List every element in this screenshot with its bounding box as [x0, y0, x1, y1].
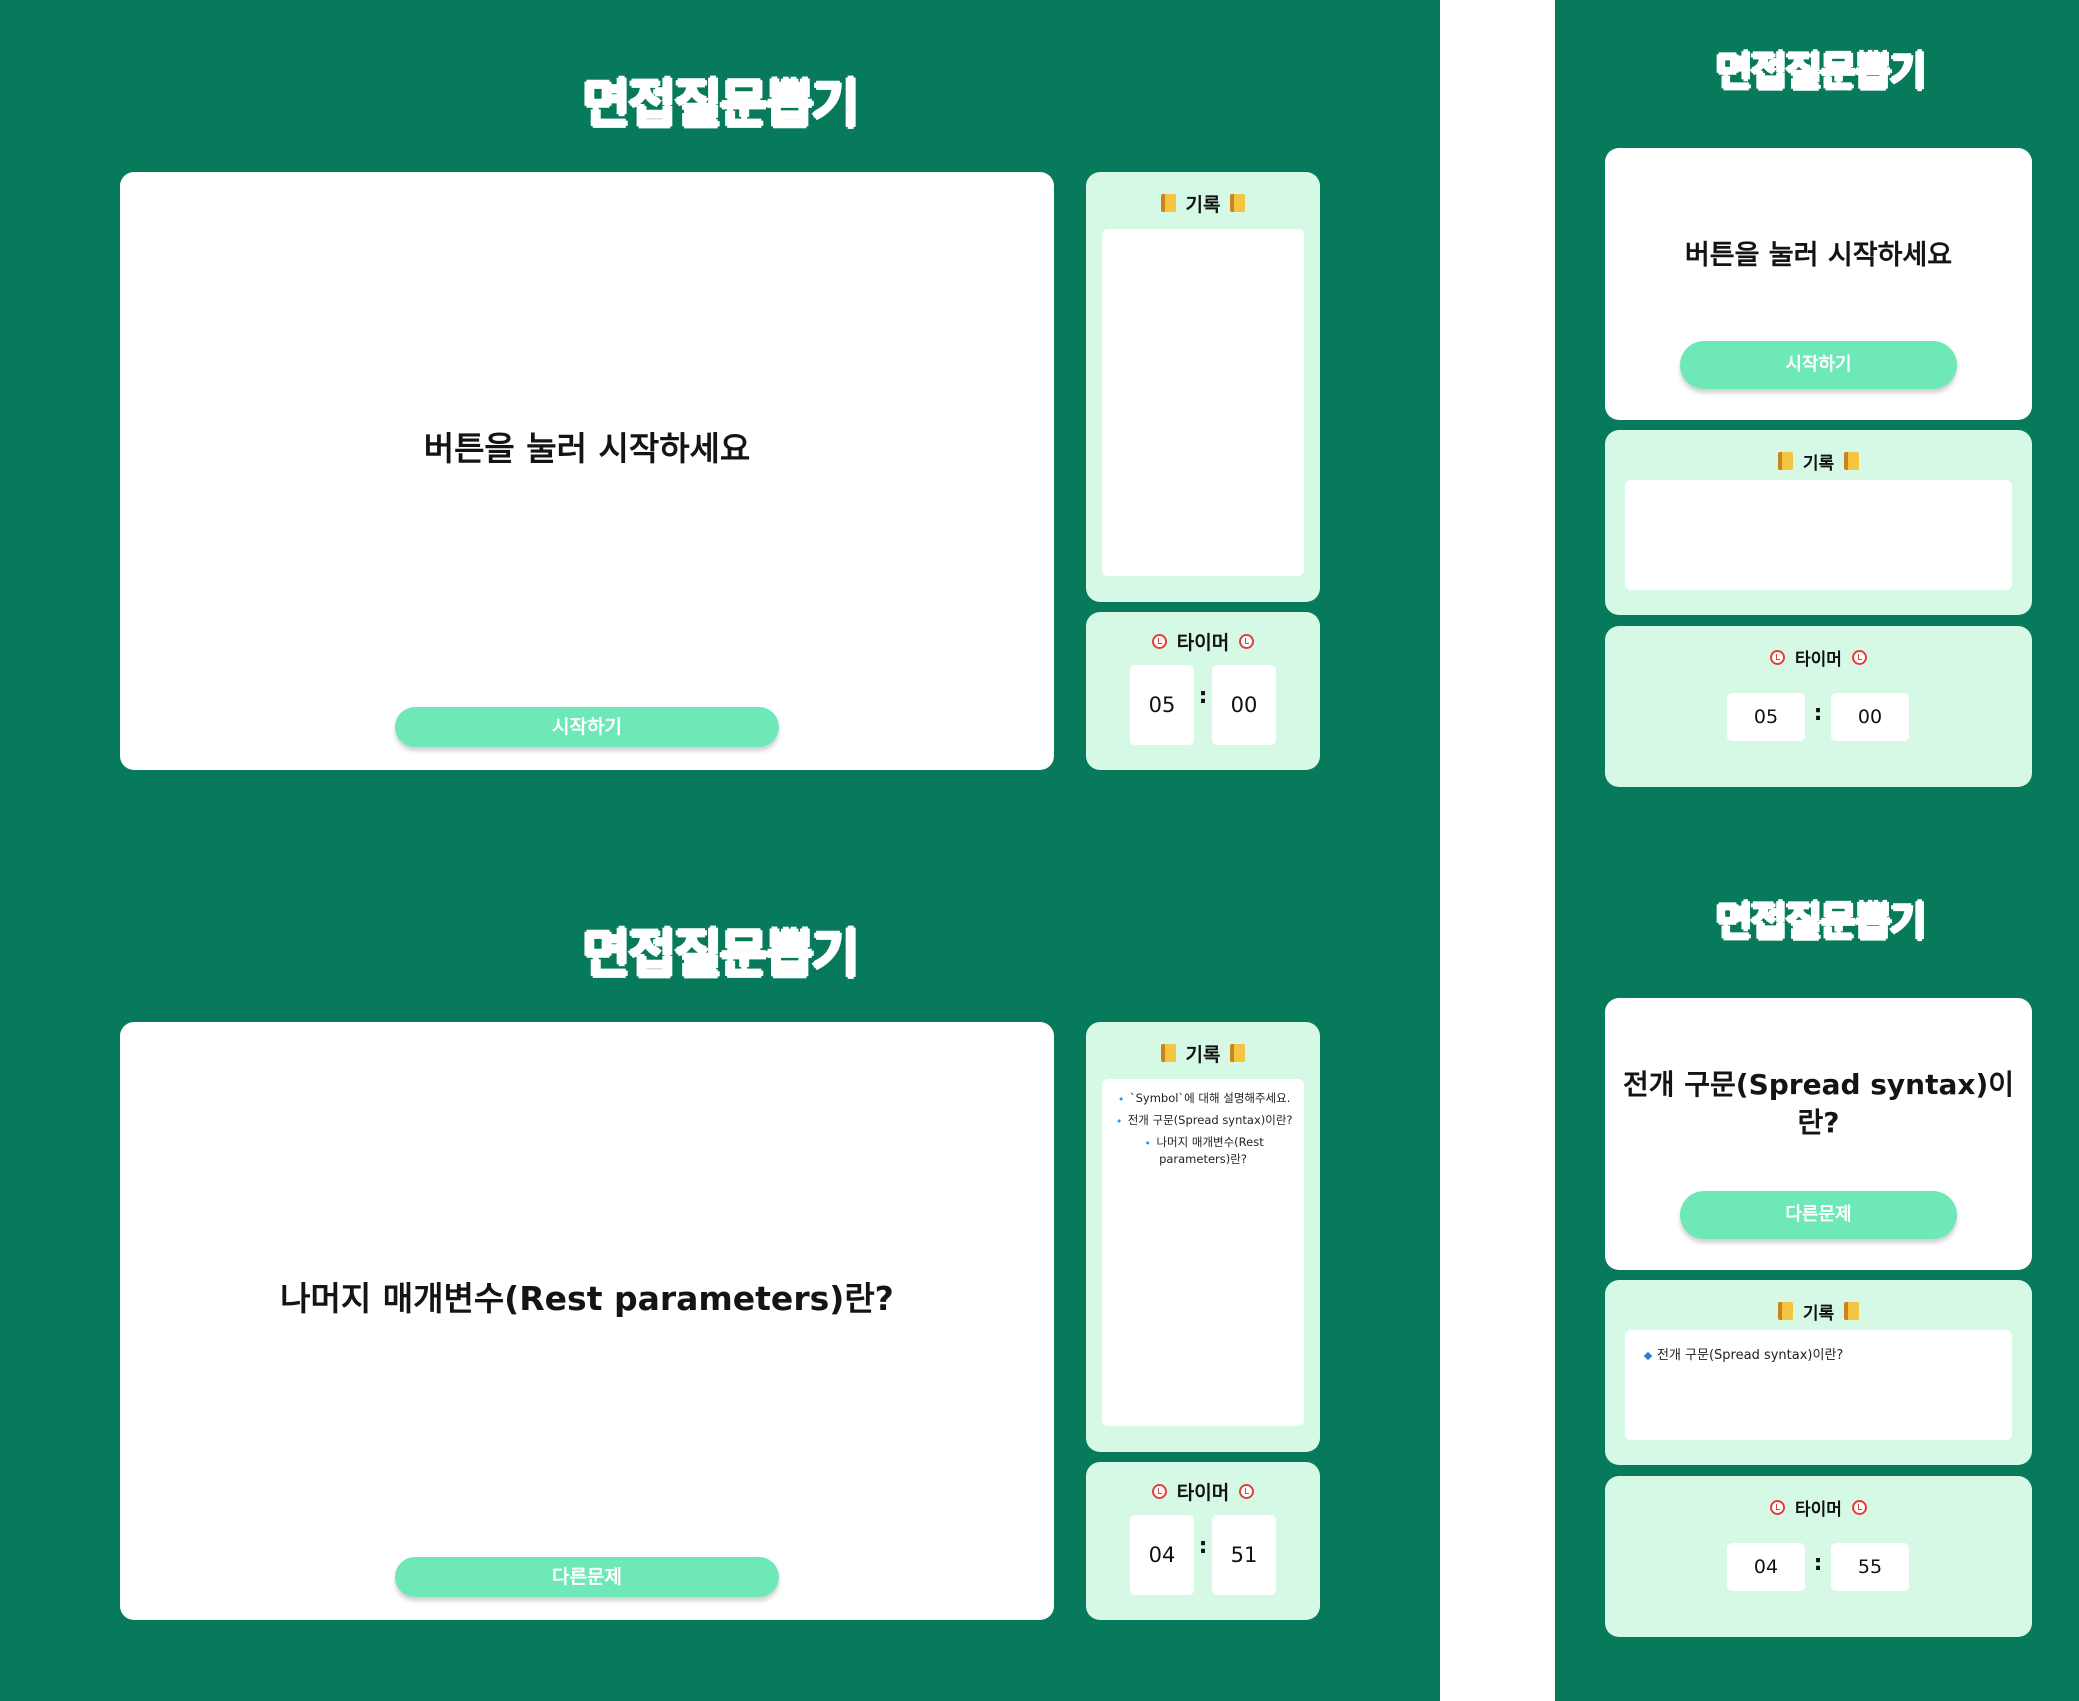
record-header-label: 기록: [1802, 453, 1835, 474]
notebook-icon: [1230, 1044, 1246, 1062]
page-title: 면접질문뽑기: [1715, 899, 1927, 945]
list-item: 나머지 매개변수(Rest parameters)란?: [1102, 1135, 1304, 1167]
record-header: 기록: [1086, 1038, 1320, 1068]
alarm-clock-icon: [1770, 1499, 1786, 1515]
alarm-clock-icon: [1770, 649, 1786, 665]
question-text: 전개 구문(Spread syntax)이란?: [1622, 1068, 2015, 1139]
question-text: 버튼을 눌러 시작하세요: [423, 429, 751, 468]
timer-header: 타이머: [1605, 1492, 2032, 1522]
notebook-icon: [1777, 452, 1793, 470]
alarm-clock-icon: [1151, 633, 1167, 649]
list-item: 전개 구문(Spread syntax)이란?: [1643, 1344, 2012, 1363]
record-header-label: 기록: [1802, 1303, 1835, 1324]
next-question-button[interactable]: 다른문제: [1680, 1191, 1957, 1239]
page-title: 면접질문뽑기: [1715, 49, 1927, 95]
timer-seconds: 00: [1212, 665, 1276, 745]
notebook-icon: [1777, 1302, 1793, 1320]
timer-header: 타이머: [1086, 626, 1320, 656]
notebook-icon: [1230, 194, 1246, 212]
timer-header: 타이머: [1086, 1476, 1320, 1506]
alarm-clock-icon: [1239, 633, 1255, 649]
timer-minutes: 04: [1727, 1543, 1805, 1591]
start-button[interactable]: 시작하기: [395, 707, 779, 747]
timer-panel: 타이머 04 : 51: [1086, 1462, 1320, 1620]
timer-panel: 타이머 05 : 00: [1605, 626, 2032, 787]
timer-header-label: 타이머: [1795, 649, 1842, 670]
timer-panel: 타이머 05 : 00: [1086, 612, 1320, 770]
page-title: 면접질문뽑기: [582, 75, 859, 135]
question-card: 나머지 매개변수(Rest parameters)란? 다른문제: [120, 1022, 1054, 1620]
timer-seconds: 00: [1831, 693, 1909, 741]
notebook-icon: [1844, 452, 1860, 470]
record-list-box[interactable]: 전개 구문(Spread syntax)이란?: [1625, 1330, 2012, 1440]
notebook-icon: [1160, 194, 1176, 212]
question-card: 버튼을 눌러 시작하세요 시작하기: [120, 172, 1054, 770]
alarm-clock-icon: [1239, 1483, 1255, 1499]
record-header-label: 기록: [1185, 193, 1221, 216]
record-header-label: 기록: [1185, 1043, 1221, 1066]
record-list-box[interactable]: `Symbol`에 대해 설명해주세요. 전개 구문(Spread syntax…: [1102, 1079, 1304, 1426]
timer-separator: :: [1198, 1534, 1208, 1559]
alarm-clock-icon: [1851, 1499, 1867, 1515]
timer-separator: :: [1198, 684, 1208, 709]
record-list: `Symbol`에 대해 설명해주세요. 전개 구문(Spread syntax…: [1102, 1091, 1304, 1167]
record-panel: 기록 `Symbol`에 대해 설명해주세요. 전개 구문(Spread syn…: [1086, 1022, 1320, 1452]
record-list-box[interactable]: [1625, 480, 2012, 590]
page-title: 면접질문뽑기: [582, 925, 859, 985]
timer-minutes: 04: [1130, 1515, 1194, 1595]
notebook-icon: [1844, 1302, 1860, 1320]
list-item: 전개 구문(Spread syntax)이란?: [1102, 1113, 1304, 1130]
timer-separator: :: [1813, 701, 1823, 726]
alarm-clock-icon: [1851, 649, 1867, 665]
start-button[interactable]: 시작하기: [1680, 341, 1957, 389]
question-text: 버튼을 눌러 시작하세요: [1684, 240, 1953, 271]
next-question-button[interactable]: 다른문제: [395, 1557, 779, 1597]
record-header: 기록: [1605, 446, 2032, 476]
list-item: `Symbol`에 대해 설명해주세요.: [1102, 1091, 1304, 1108]
record-panel: 기록: [1086, 172, 1320, 602]
record-header: 기록: [1086, 188, 1320, 218]
list-item-label: 전개 구문(Spread syntax)이란?: [1657, 1348, 1844, 1363]
timer-header-label: 타이머: [1795, 1499, 1842, 1520]
question-text: 나머지 매개변수(Rest parameters)란?: [280, 1279, 894, 1318]
alarm-clock-icon: [1151, 1483, 1167, 1499]
question-card: 전개 구문(Spread syntax)이란? 다른문제: [1605, 998, 2032, 1270]
notebook-icon: [1160, 1044, 1176, 1062]
record-header: 기록: [1605, 1296, 2032, 1326]
question-card: 버튼을 눌러 시작하세요 시작하기: [1605, 148, 2032, 420]
timer-seconds: 55: [1831, 1543, 1909, 1591]
timer-minutes: 05: [1130, 665, 1194, 745]
timer-separator: :: [1813, 1551, 1823, 1576]
diamond-bullet-icon: [1643, 1351, 1653, 1360]
timer-minutes: 05: [1727, 693, 1805, 741]
record-panel: 기록: [1605, 430, 2032, 615]
timer-panel: 타이머 04 : 55: [1605, 1476, 2032, 1637]
record-panel: 기록 전개 구문(Spread syntax)이란?: [1605, 1280, 2032, 1465]
timer-header-label: 타이머: [1176, 1481, 1230, 1504]
timer-header: 타이머: [1605, 642, 2032, 672]
record-list-box[interactable]: [1102, 229, 1304, 576]
timer-seconds: 51: [1212, 1515, 1276, 1595]
timer-header-label: 타이머: [1176, 631, 1230, 654]
